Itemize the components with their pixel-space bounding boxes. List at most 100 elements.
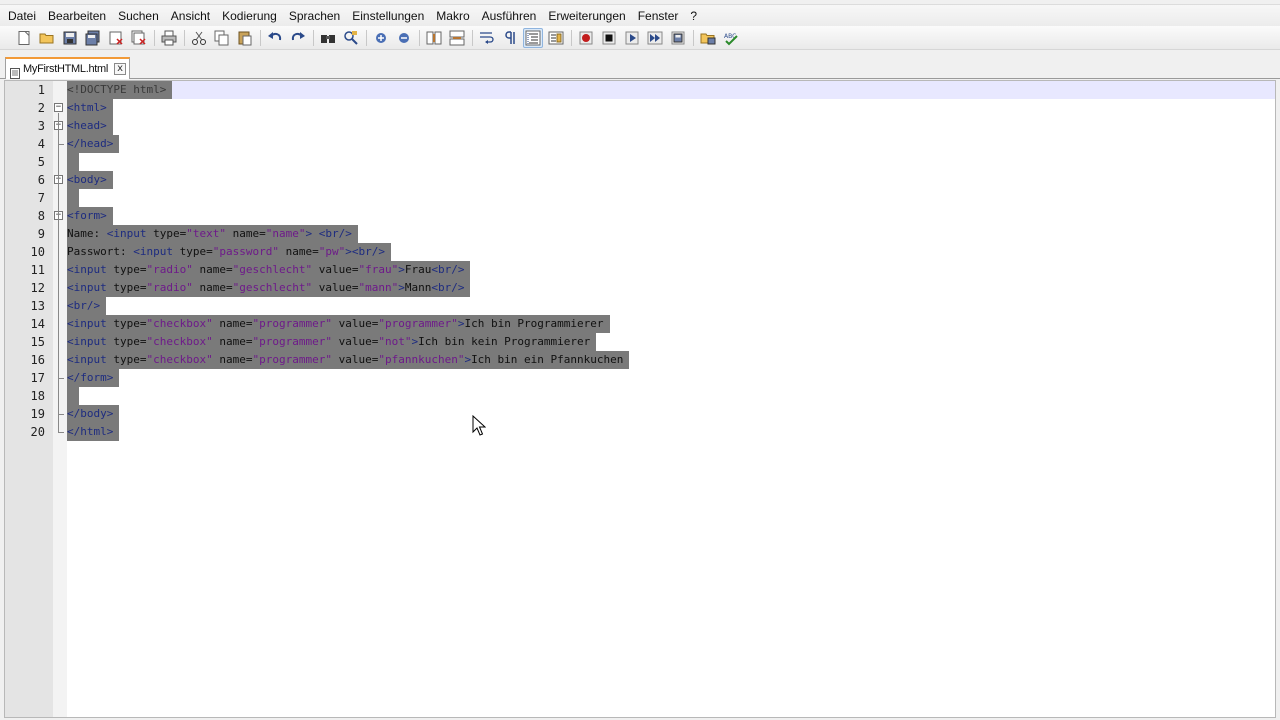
code-line[interactable]: 12 <input type="radio" name="geschlecht" … bbox=[31, 279, 1275, 297]
line-number: 6 bbox=[37, 173, 45, 187]
copy-button[interactable] bbox=[212, 28, 232, 48]
fold-guide-end bbox=[58, 432, 64, 433]
line-text: </form> bbox=[67, 369, 120, 387]
code-line[interactable]: 8−<form> bbox=[38, 207, 1275, 225]
stop-macro-icon bbox=[602, 31, 616, 44]
line-text: <br/> bbox=[67, 297, 107, 315]
document-icon bbox=[10, 64, 20, 79]
code-view[interactable]: 1<!DOCTYPE html>2−<html>3−<head>4</head>… bbox=[31, 81, 1275, 717]
open-folder-button[interactable] bbox=[698, 28, 718, 48]
tab-myfirsthtml[interactable]: MyFirstHTML.html x bbox=[5, 57, 130, 79]
document-map-button[interactable] bbox=[546, 28, 566, 48]
menu-ansicht[interactable]: Ansicht bbox=[165, 5, 216, 27]
line-text bbox=[67, 387, 79, 405]
close-button[interactable] bbox=[106, 28, 126, 48]
close-all-button[interactable] bbox=[129, 28, 149, 48]
code-line[interactable]: 3−<head> bbox=[38, 117, 1275, 135]
code-line[interactable]: 1 <!DOCTYPE html> bbox=[38, 81, 1275, 99]
play-macro-icon bbox=[625, 31, 639, 44]
toolbar-separator bbox=[693, 29, 694, 46]
open-folder-icon bbox=[700, 33, 716, 44]
line-number: 5 bbox=[37, 155, 45, 169]
new-file-button[interactable] bbox=[14, 28, 34, 48]
toolbar-separator bbox=[154, 29, 155, 46]
code-line[interactable]: 10 Passwort: <input type="password" name=… bbox=[31, 243, 1275, 261]
run-macro-multiple-button[interactable] bbox=[645, 28, 665, 48]
sync-horizontal-button[interactable] bbox=[447, 28, 467, 48]
code-line[interactable]: 4 </head> bbox=[38, 135, 1275, 153]
code-line[interactable]: 7 bbox=[38, 189, 1275, 207]
find-button[interactable] bbox=[318, 28, 338, 48]
menu-help[interactable]: ? bbox=[684, 5, 703, 27]
save-button[interactable] bbox=[60, 28, 80, 48]
editor-area[interactable]: 1<!DOCTYPE html>2−<html>3−<head>4</head>… bbox=[4, 80, 1276, 718]
record-macro-button[interactable] bbox=[576, 28, 596, 48]
undo-icon bbox=[268, 31, 282, 40]
show-all-chars-button[interactable] bbox=[500, 28, 520, 48]
line-number: 2 bbox=[37, 101, 45, 115]
menu-sprachen[interactable]: Sprachen bbox=[283, 5, 346, 27]
toolbar-separator bbox=[472, 29, 473, 46]
menu-kodierung[interactable]: Kodierung bbox=[216, 5, 283, 27]
indent-guide-button[interactable] bbox=[523, 27, 543, 48]
menu-makro[interactable]: Makro bbox=[430, 5, 475, 27]
menu-erweiterungen[interactable]: Erweiterungen bbox=[542, 5, 631, 27]
menu-fenster[interactable]: Fenster bbox=[632, 5, 685, 27]
close-icon bbox=[109, 31, 123, 45]
code-line[interactable]: 17 </form> bbox=[31, 369, 1275, 387]
save-all-button[interactable] bbox=[83, 28, 103, 48]
fold-guide-end bbox=[58, 378, 64, 379]
code-line[interactable]: 5 bbox=[38, 153, 1275, 171]
line-text bbox=[67, 189, 79, 207]
open-file-button[interactable] bbox=[37, 28, 57, 48]
word-wrap-button[interactable] bbox=[477, 28, 497, 48]
redo-button[interactable] bbox=[288, 28, 308, 48]
tab-bar: MyFirstHTML.html x bbox=[0, 51, 1280, 79]
line-number: 8 bbox=[37, 209, 45, 223]
menu-datei[interactable]: Datei bbox=[2, 5, 42, 27]
sync-vertical-button[interactable] bbox=[424, 28, 444, 48]
tab-close-button[interactable]: x bbox=[114, 63, 127, 75]
code-line[interactable]: 20 </html> bbox=[31, 423, 1275, 441]
play-macro-button[interactable] bbox=[622, 28, 642, 48]
save-icon bbox=[63, 31, 77, 44]
paste-button[interactable] bbox=[235, 28, 255, 48]
zoom-out-button[interactable] bbox=[394, 28, 414, 48]
cut-button[interactable] bbox=[189, 28, 209, 48]
code-line[interactable]: 13 <br/> bbox=[31, 297, 1275, 315]
record-macro-icon bbox=[579, 31, 593, 44]
zoom-in-button[interactable] bbox=[371, 28, 391, 48]
copy-icon bbox=[214, 30, 229, 45]
line-number: 10 bbox=[30, 245, 45, 259]
print-button[interactable] bbox=[159, 28, 179, 48]
menu-einstellungen[interactable]: Einstellungen bbox=[346, 5, 430, 27]
code-line[interactable]: 15 <input type="checkbox" name="programme… bbox=[31, 333, 1275, 351]
code-line[interactable]: 19 </body> bbox=[31, 405, 1275, 423]
menu-suchen[interactable]: Suchen bbox=[112, 5, 165, 27]
fold-guide-end bbox=[58, 144, 64, 145]
code-line[interactable]: 18 bbox=[31, 387, 1275, 405]
save-macro-icon bbox=[671, 31, 685, 44]
code-line[interactable]: 6−<body> bbox=[38, 171, 1275, 189]
indent-guide-icon bbox=[525, 30, 541, 45]
spellcheck-button[interactable]: ABC bbox=[721, 28, 741, 48]
close-all-icon bbox=[131, 30, 146, 45]
zoom-in-icon bbox=[376, 32, 386, 43]
code-line[interactable]: 11 <input type="radio" name="geschlecht" … bbox=[31, 261, 1275, 279]
code-line[interactable]: 16 <input type="checkbox" name="programme… bbox=[31, 351, 1275, 369]
menu-bearbeiten[interactable]: Bearbeiten bbox=[42, 5, 112, 27]
line-number: 19 bbox=[30, 407, 45, 421]
line-number: 11 bbox=[30, 263, 45, 277]
redo-icon bbox=[291, 31, 305, 40]
save-macro-button[interactable] bbox=[668, 28, 688, 48]
code-line[interactable]: 14 <input type="checkbox" name="programme… bbox=[31, 315, 1275, 333]
menu-ausführen[interactable]: Ausführen bbox=[476, 5, 543, 27]
replace-button[interactable] bbox=[341, 28, 361, 48]
stop-macro-button[interactable] bbox=[599, 28, 619, 48]
code-line[interactable]: 9 Name: <input type="text" name="name"> <… bbox=[38, 225, 1275, 243]
code-line[interactable]: 2− <html> bbox=[38, 99, 1275, 117]
fold-toggle-html[interactable]: − bbox=[54, 103, 63, 112]
undo-button[interactable] bbox=[265, 28, 285, 48]
show-all-chars-icon bbox=[505, 30, 515, 44]
toolbar-separator bbox=[571, 29, 572, 46]
